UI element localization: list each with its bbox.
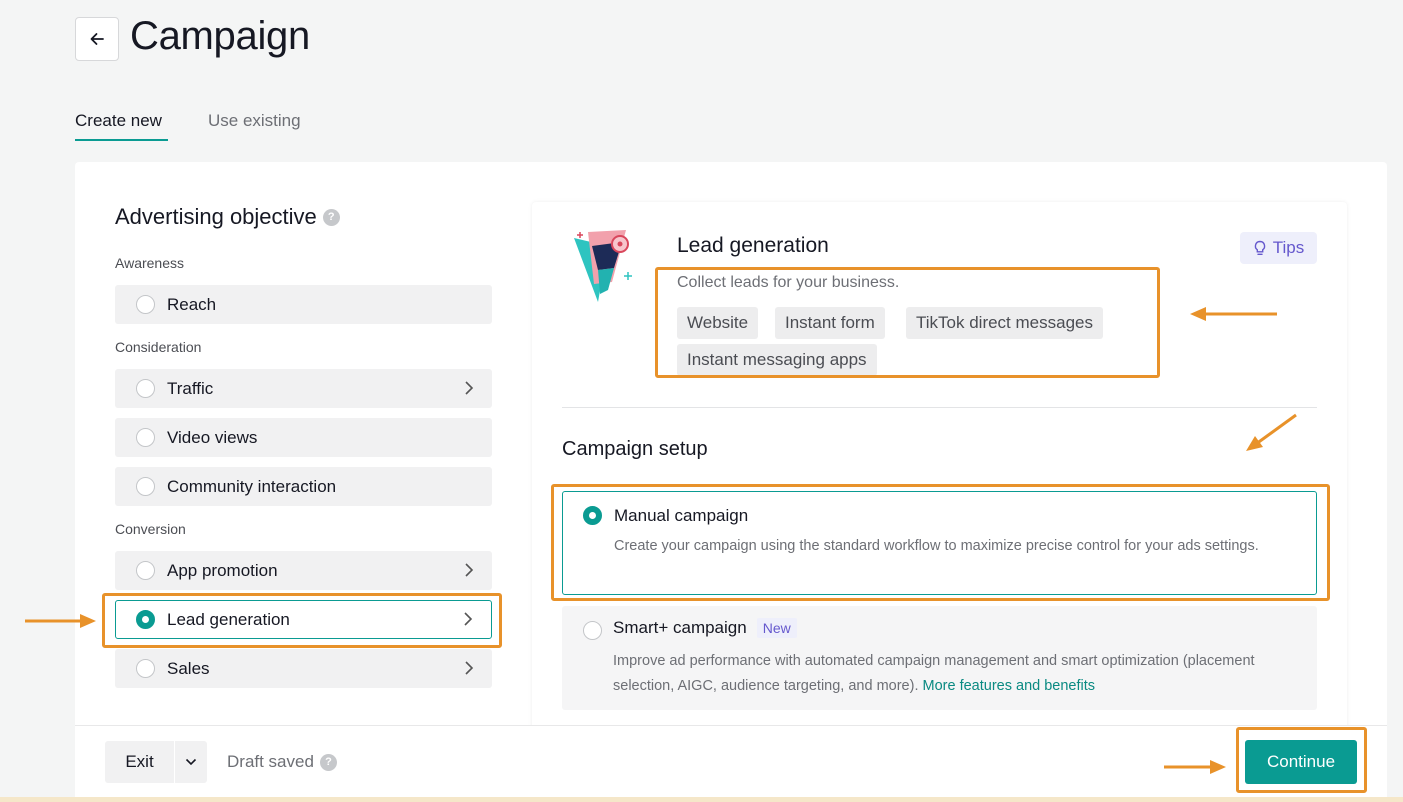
bottom-strip: [0, 797, 1403, 802]
annotation-arrows: [25, 307, 1297, 774]
